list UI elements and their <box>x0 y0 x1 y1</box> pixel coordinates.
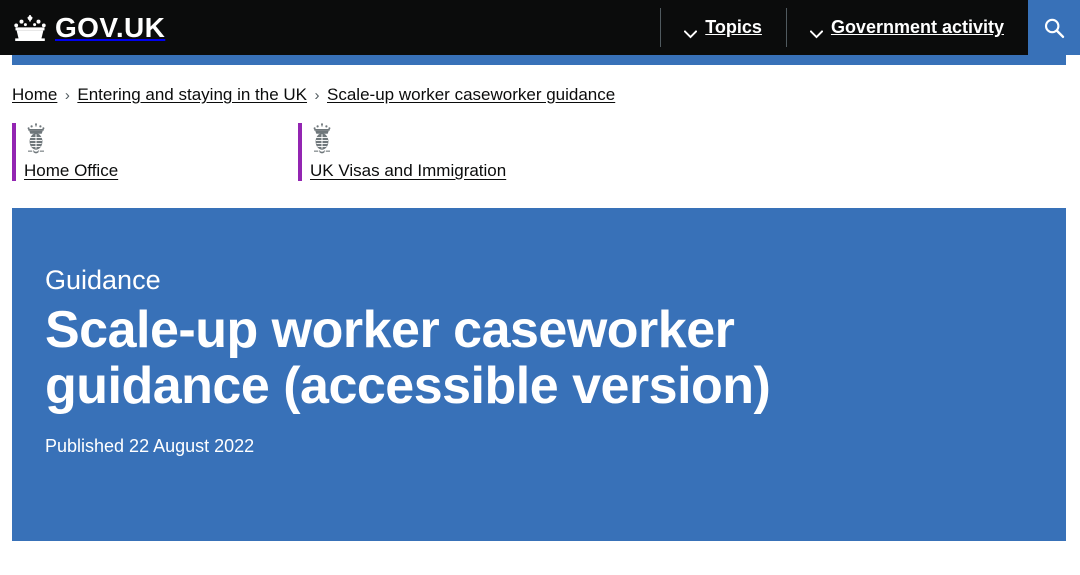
breadcrumb-separator-icon: › <box>314 86 320 104</box>
royal-crest-icon <box>24 123 48 155</box>
chevron-down-icon <box>809 23 824 39</box>
breadcrumb-item-entering-and-staying-in-the-uk[interactable]: Entering and staying in the UK <box>77 85 307 105</box>
organisation-home-office[interactable]: Home Office <box>12 123 298 181</box>
organisation-uk-visas-and-immigration[interactable]: UK Visas and Immigration <box>298 123 584 181</box>
search-icon <box>1043 17 1065 39</box>
breadcrumb-item-scale-up-worker-caseworker-guidance[interactable]: Scale-up worker caseworker guidance <box>327 85 615 105</box>
search-button[interactable] <box>1028 0 1080 55</box>
document-type-label: Guidance <box>45 265 161 295</box>
nav-item-topics[interactable]: Topics <box>660 0 786 55</box>
nav-item-topics-label: Topics <box>705 17 762 37</box>
page-hero: Guidance Scale-up worker caseworker guid… <box>12 208 1066 541</box>
published-date: Published 22 August 2022 <box>45 436 255 456</box>
nav-item-government-activity[interactable]: Government activity <box>785 0 1028 55</box>
organisation-home-office-link[interactable]: Home Office <box>24 161 118 181</box>
gov-uk-header: GOV.UK Topics Government activity <box>0 0 1080 55</box>
chevron-down-icon <box>683 23 698 39</box>
breadcrumb-item-home[interactable]: Home <box>12 85 57 105</box>
page-title: Scale-up worker caseworker guidance (acc… <box>45 300 771 415</box>
header-accent-rule <box>12 55 1066 65</box>
nav-item-government-activity-label: Government activity <box>830 17 1004 37</box>
organisation-uk-visas-and-immigration-link[interactable]: UK Visas and Immigration <box>310 161 506 181</box>
gov-uk-logo-text: GOV.UK <box>55 11 166 43</box>
breadcrumb: Home › Entering and staying in the UK › … <box>0 65 1080 105</box>
organisation-logos: Home Office UK Visas and Immigration <box>0 105 1080 181</box>
gov-uk-logo-link[interactable]: GOV.UK <box>0 0 165 55</box>
royal-crest-icon <box>310 123 334 155</box>
breadcrumb-separator-icon: › <box>64 86 70 104</box>
crown-icon <box>12 14 48 42</box>
header-navigation: Topics Government activity <box>660 0 1080 55</box>
